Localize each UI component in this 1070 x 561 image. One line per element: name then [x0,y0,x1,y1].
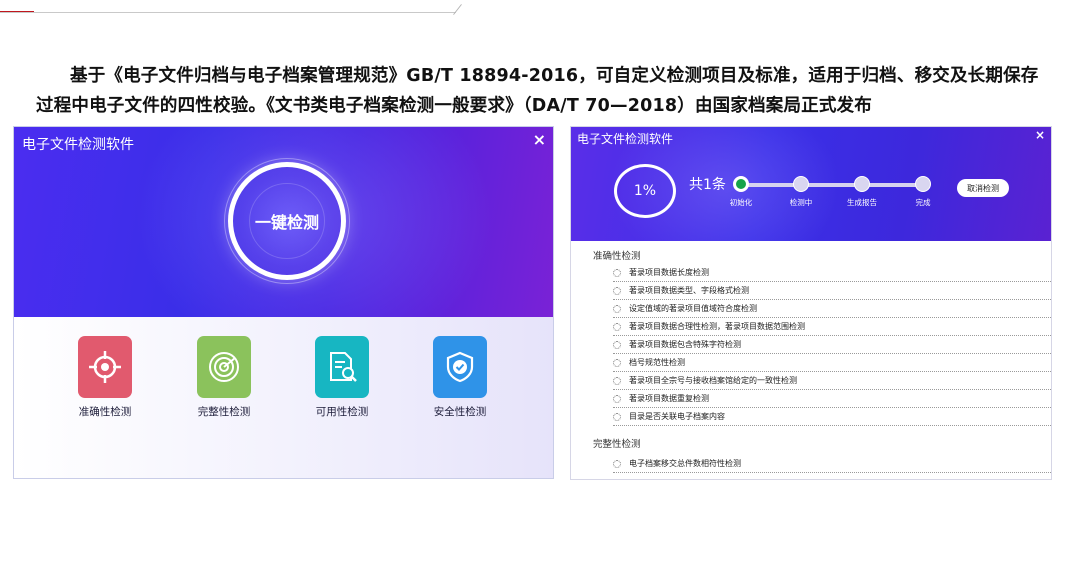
total-count: 共1条 [689,177,726,193]
step-label-detecting: 检测中 [789,198,813,207]
step-track [741,183,922,187]
list-item: 设定值域的著录项目值域符合度检测 [613,300,1051,318]
header-slash [453,4,462,15]
list-item: 著录项目数据长度检测 [613,264,1051,282]
integrity-check-tile[interactable]: 完整性检测 [184,336,264,419]
window-title: 电子文件检测软件 [22,137,134,153]
loading-spinner-icon [613,305,621,313]
detection-type-panel: 准确性检测 完整性检测 可用性检测 安全性检测 [14,317,553,478]
window-header: 电子文件检测软件 × 1% 共1条 初始化 检测中 生成报告 完成 取消检测 [571,127,1051,241]
loading-spinner-icon [613,269,621,277]
header-rule [0,12,456,13]
loading-spinner-icon [613,395,621,403]
step-dot-done [915,176,931,192]
list-item: 目录是否关联电子档案内容 [613,408,1051,426]
radar-icon [209,352,239,382]
section-title-integrity: 完整性检测 [593,439,641,450]
shield-check-icon [446,351,474,383]
one-click-detect-label: 一键检测 [254,213,319,232]
usability-check-tile[interactable]: 可用性检测 [302,336,382,419]
step-dot-report [854,176,870,192]
list-item: 著录项目全宗号与接收档案馆给定的一致性检测 [613,372,1051,390]
usability-check-label: 可用性检测 [315,406,369,418]
description-line-1: 基于《电子文件归档与电子档案管理规范》GB/T 18894-2016，可自定义检… [70,66,1039,86]
loading-spinner-icon [613,287,621,295]
loading-spinner-icon [613,359,621,367]
loading-spinner-icon [613,460,621,468]
integrity-check-label: 完整性检测 [197,406,251,418]
accuracy-check-label: 准确性检测 [78,406,132,418]
step-dot-init [733,176,749,192]
step-label-done: 完成 [915,198,931,207]
window-title: 电子文件检测软件 [577,132,674,146]
cancel-detection-button[interactable]: 取消检测 [957,179,1009,197]
detection-software-window-progress: 电子文件检测软件 × 1% 共1条 初始化 检测中 生成报告 完成 取消检测 准… [570,126,1052,480]
progress-ring: 1% [614,164,676,218]
description-line-2: 过程中电子文件的四性校验。《文书类电子档案检测一般要求》（DA/T 70—201… [36,96,872,116]
step-label-report: 生成报告 [847,198,877,207]
security-check-tile[interactable]: 安全性检测 [420,336,500,419]
progress-percent: 1% [633,183,657,199]
list-item: 电子档案移交总件数相符性检测 [613,455,1051,473]
loading-spinner-icon [613,323,621,331]
list-item: 著录项目数据合理性检测，著录项目数据范围检测 [613,318,1051,336]
list-item: 著录项目数据重复检测 [613,390,1051,408]
detection-software-window-home: 电子文件检测软件 × 一键检测 准确性检测 完整性检测 可用性检测 安全性检测 [13,126,554,479]
loading-spinner-icon [613,413,621,421]
loading-spinner-icon [613,341,621,349]
step-dot-detecting [793,176,809,192]
one-click-detect-button[interactable]: 一键检测 [224,158,350,284]
security-check-label: 安全性检测 [433,406,487,418]
window-header: 电子文件检测软件 × 一键检测 [14,127,553,317]
description-text: 基于《电子文件归档与电子档案管理规范》GB/T 18894-2016，可自定义检… [36,61,1039,121]
document-search-icon [330,352,357,382]
crosshair-icon [89,351,121,383]
step-label-init: 初始化 [729,198,753,207]
close-icon[interactable]: × [533,130,546,149]
loading-spinner-icon [613,377,621,385]
list-item: 著录项目数据类型、字段格式检测 [613,282,1051,300]
list-item: 著录项目数据包含特殊字符检测 [613,336,1051,354]
section-title-accuracy: 准确性检测 [593,251,641,262]
close-icon[interactable]: × [1035,128,1045,142]
accuracy-check-tile[interactable]: 准确性检测 [65,336,145,419]
list-item: 档号规范性检测 [613,354,1051,372]
